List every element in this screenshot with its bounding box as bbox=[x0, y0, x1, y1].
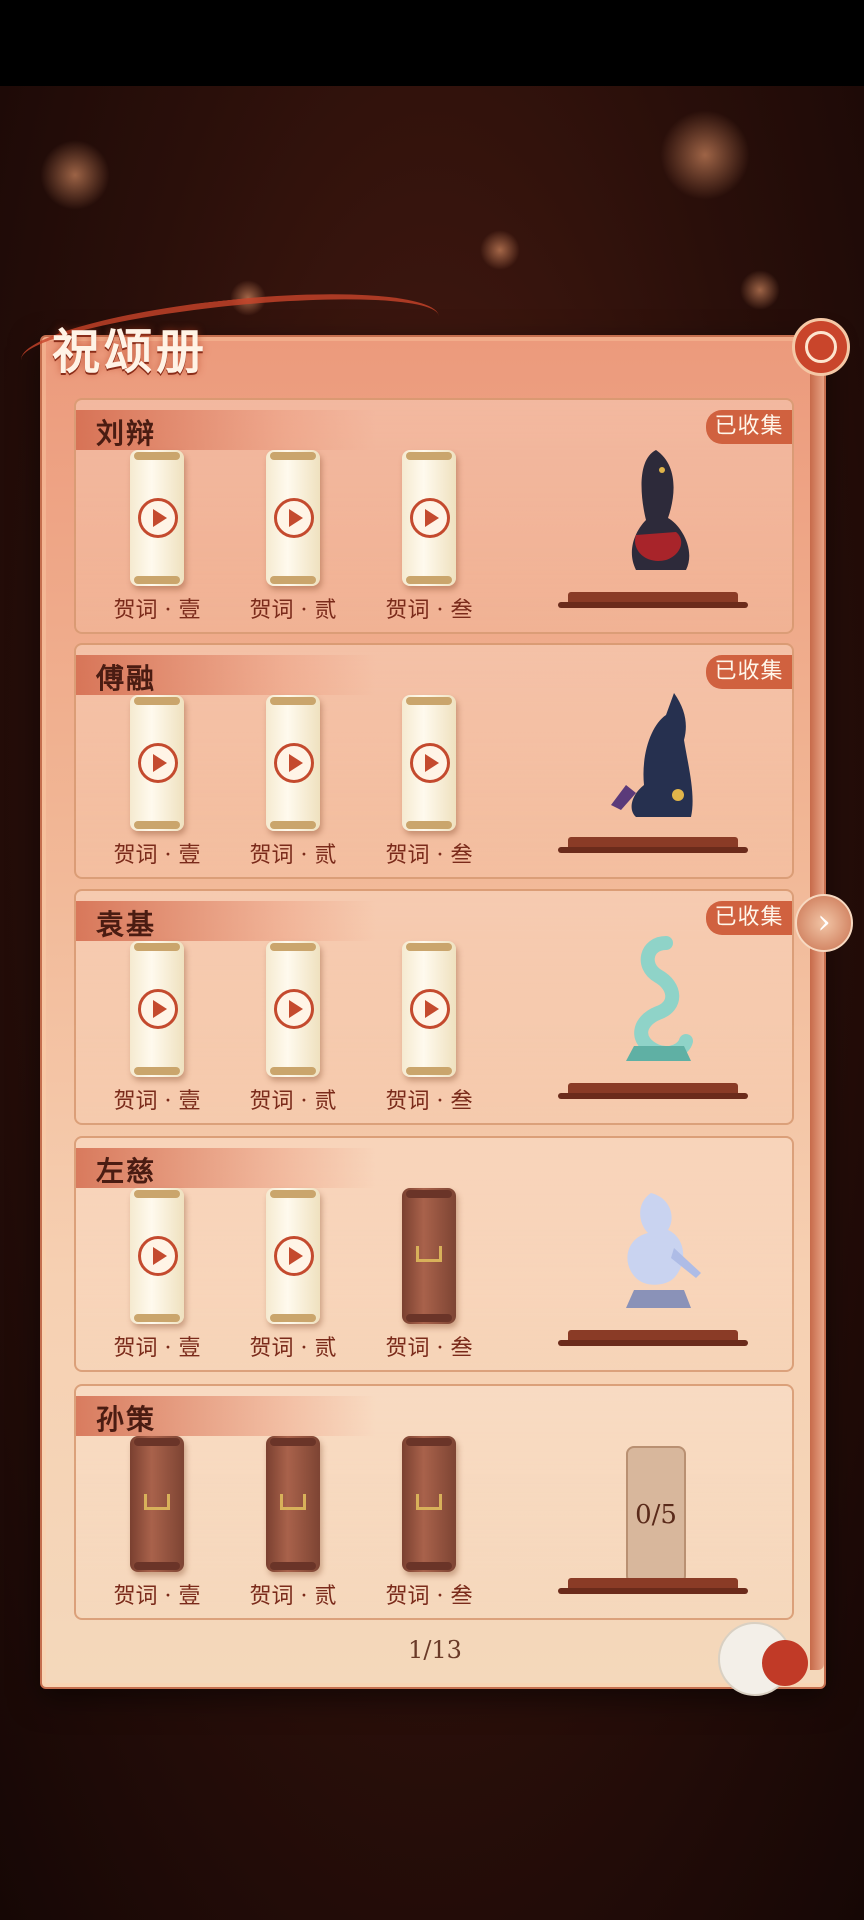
play-icon[interactable] bbox=[410, 498, 450, 538]
greeting-scroll-locked[interactable]: 贺词 · 叁 bbox=[374, 1436, 484, 1609]
lantern-decoration bbox=[740, 270, 780, 310]
character-card: 刘辩 已收集 贺词 · 壹 贺词 · 贰 贺词 · 叁 bbox=[74, 398, 794, 634]
greeting-scroll[interactable]: 贺词 · 壹 bbox=[102, 1188, 212, 1361]
play-icon[interactable] bbox=[138, 743, 178, 783]
play-icon[interactable] bbox=[274, 498, 314, 538]
scroll-label: 贺词 · 叁 bbox=[385, 1336, 473, 1361]
play-icon[interactable] bbox=[274, 1236, 314, 1276]
greeting-scroll[interactable]: 贺词 · 贰 bbox=[238, 1188, 348, 1361]
scroll-icon bbox=[130, 695, 184, 831]
locked-scroll-icon bbox=[266, 1436, 320, 1572]
pedestal bbox=[558, 1083, 748, 1099]
character-card: 孙策 贺词 · 壹 贺词 · 贰 贺词 · 叁 0/5 bbox=[74, 1384, 794, 1620]
scroll-label: 贺词 · 叁 bbox=[385, 843, 473, 868]
lucky-bag-icon bbox=[762, 1640, 808, 1686]
scroll-label: 贺词 · 叁 bbox=[385, 1584, 473, 1609]
play-icon[interactable] bbox=[410, 989, 450, 1029]
book-edge bbox=[810, 350, 824, 1670]
locked-scroll-icon bbox=[130, 1436, 184, 1572]
collected-badge: 已收集 bbox=[706, 901, 792, 935]
collected-badge: 已收集 bbox=[706, 410, 792, 444]
lock-icon bbox=[280, 1494, 306, 1510]
character-card: 傅融 已收集 贺词 · 壹 贺词 · 贰 贺词 · 叁 bbox=[74, 643, 794, 879]
cat-statue-icon[interactable] bbox=[596, 440, 716, 590]
greeting-scroll-locked[interactable]: 贺词 · 叁 bbox=[374, 1188, 484, 1361]
greeting-scroll-locked[interactable]: 贺词 · 壹 bbox=[102, 1436, 212, 1609]
wolf-statue-icon[interactable] bbox=[596, 685, 716, 835]
character-card: 左慈 贺词 · 壹 贺词 · 贰 贺词 · 叁 bbox=[74, 1136, 794, 1372]
scroll-label: 贺词 · 壹 bbox=[113, 1336, 201, 1361]
lantern-decoration bbox=[480, 230, 520, 270]
scroll-icon bbox=[402, 941, 456, 1077]
lock-icon bbox=[416, 1494, 442, 1510]
lock-icon bbox=[144, 1494, 170, 1510]
scroll-icon bbox=[130, 450, 184, 586]
scroll-label: 贺词 · 壹 bbox=[113, 1089, 201, 1114]
pedestal bbox=[558, 592, 748, 608]
play-icon[interactable] bbox=[138, 498, 178, 538]
character-name: 左慈 bbox=[96, 1155, 157, 1188]
scroll-icon bbox=[266, 450, 320, 586]
character-name: 傅融 bbox=[96, 662, 157, 695]
scroll-icon bbox=[402, 695, 456, 831]
lantern-decoration bbox=[40, 140, 110, 210]
scroll-icon bbox=[130, 941, 184, 1077]
greeting-scroll[interactable]: 贺词 · 叁 bbox=[374, 941, 484, 1114]
greeting-scroll[interactable]: 贺词 · 叁 bbox=[374, 695, 484, 868]
pedestal bbox=[558, 1330, 748, 1346]
greeting-scroll[interactable]: 贺词 · 叁 bbox=[374, 450, 484, 623]
scroll-label: 贺词 · 贰 bbox=[249, 1336, 337, 1361]
scroll-label: 贺词 · 叁 bbox=[385, 1089, 473, 1114]
greeting-scroll[interactable]: 贺词 · 贰 bbox=[238, 695, 348, 868]
scroll-label: 贺词 · 叁 bbox=[385, 598, 473, 623]
status-bar bbox=[0, 0, 864, 86]
character-name: 刘辩 bbox=[96, 417, 157, 450]
scroll-label: 贺词 · 壹 bbox=[113, 843, 201, 868]
collected-badge: 已收集 bbox=[706, 655, 792, 689]
scroll-label: 贺词 · 贰 bbox=[249, 598, 337, 623]
greeting-scroll[interactable]: 贺词 · 壹 bbox=[102, 941, 212, 1114]
page-indicator: 1/13 bbox=[408, 1636, 462, 1664]
greeting-scroll-locked[interactable]: 贺词 · 贰 bbox=[238, 1436, 348, 1609]
scroll-label: 贺词 · 壹 bbox=[113, 598, 201, 623]
emblem-icon[interactable] bbox=[792, 318, 850, 376]
snake-statue-icon[interactable] bbox=[596, 931, 716, 1081]
greeting-scroll[interactable]: 贺词 · 贰 bbox=[238, 941, 348, 1114]
pedestal bbox=[558, 837, 748, 853]
scroll-icon bbox=[266, 1188, 320, 1324]
scroll-icon bbox=[402, 450, 456, 586]
play-icon[interactable] bbox=[410, 743, 450, 783]
greeting-scroll[interactable]: 贺词 · 贰 bbox=[238, 450, 348, 623]
scroll-icon bbox=[130, 1188, 184, 1324]
scroll-label: 贺词 · 贰 bbox=[249, 843, 337, 868]
lock-icon bbox=[416, 1246, 442, 1262]
character-name: 孙策 bbox=[96, 1403, 157, 1436]
collection-progress: 0/5 bbox=[626, 1446, 686, 1584]
chevron-right-icon: › bbox=[817, 902, 831, 942]
locked-scroll-icon bbox=[402, 1188, 456, 1324]
scroll-label: 贺词 · 贰 bbox=[249, 1089, 337, 1114]
character-card: 袁基 已收集 贺词 · 壹 贺词 · 贰 贺词 · 叁 bbox=[74, 889, 794, 1125]
scroll-icon bbox=[266, 695, 320, 831]
play-icon[interactable] bbox=[138, 989, 178, 1029]
next-page-button[interactable]: › bbox=[795, 894, 853, 952]
scroll-icon bbox=[266, 941, 320, 1077]
scroll-label: 贺词 · 贰 bbox=[249, 1584, 337, 1609]
pedestal bbox=[558, 1578, 748, 1594]
greeting-scroll[interactable]: 贺词 · 壹 bbox=[102, 695, 212, 868]
character-name: 袁基 bbox=[96, 908, 157, 941]
phoenix-statue-icon[interactable] bbox=[596, 1178, 716, 1328]
page-title: 祝颂册 bbox=[52, 324, 209, 380]
lantern-decoration bbox=[660, 110, 750, 200]
play-icon[interactable] bbox=[274, 743, 314, 783]
play-icon[interactable] bbox=[274, 989, 314, 1029]
play-icon[interactable] bbox=[138, 1236, 178, 1276]
locked-scroll-icon bbox=[402, 1436, 456, 1572]
greeting-scroll[interactable]: 贺词 · 壹 bbox=[102, 450, 212, 623]
scroll-label: 贺词 · 壹 bbox=[113, 1584, 201, 1609]
